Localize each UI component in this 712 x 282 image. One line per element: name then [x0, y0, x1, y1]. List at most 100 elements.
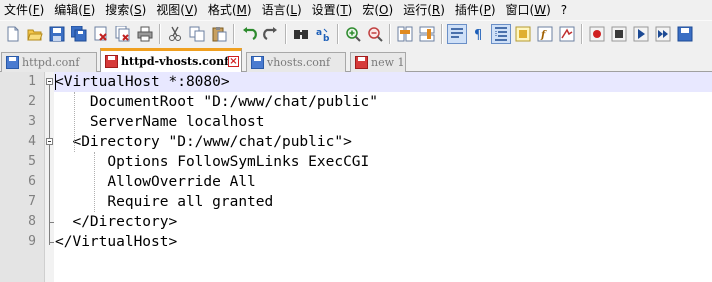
- tab-vhosts-conf[interactable]: vhosts.conf: [246, 52, 346, 72]
- text-caret: [55, 74, 56, 90]
- line-number: 7: [28, 194, 36, 209]
- toolbar-separator: [581, 23, 583, 44]
- code-line[interactable]: 5 Options FollowSymLinks ExecCGI: [0, 152, 712, 172]
- paste-icon[interactable]: [210, 25, 228, 43]
- code-line[interactable]: 4 <Directory "D:/www/chat/public">: [0, 132, 712, 152]
- record-macro-icon[interactable]: [588, 25, 606, 43]
- print-icon[interactable]: [136, 25, 154, 43]
- close-tab-icon[interactable]: ×: [228, 56, 239, 67]
- menu-bar: 文件(F) 编辑(E) 搜索(S) 视图(V) 格式(M) 语言(L) 设置(T) 宏(O) 运…: [0, 0, 712, 20]
- save-icon[interactable]: [48, 25, 66, 43]
- zoom-out-icon[interactable]: [366, 25, 384, 43]
- code-text: </Directory>: [55, 214, 178, 230]
- code-line[interactable]: 8 </Directory>: [0, 212, 712, 232]
- code-line-area[interactable]: AllowOverride All: [54, 172, 712, 192]
- code-text: DocumentRoot "D:/www/chat/public": [55, 94, 379, 110]
- find-icon[interactable]: [292, 25, 310, 43]
- redo-icon[interactable]: [262, 25, 280, 43]
- menu-item-7[interactable]: 宏(O): [357, 0, 398, 20]
- code-line-area[interactable]: </VirtualHost>: [54, 232, 712, 252]
- menu-item-4[interactable]: 格式(M): [203, 0, 257, 20]
- menu-item-10[interactable]: 窗口(W): [501, 0, 556, 20]
- menu-item-8[interactable]: 运行(R): [398, 0, 450, 20]
- toolbar-separator: [337, 23, 339, 44]
- sync-horizontal-icon[interactable]: [418, 25, 436, 43]
- indent-guide-icon[interactable]: [491, 23, 511, 44]
- unsaved-file-icon: [105, 55, 118, 68]
- menu-item-1[interactable]: 编辑(E): [49, 0, 100, 20]
- stop-record-icon[interactable]: [610, 25, 628, 43]
- cut-icon[interactable]: [166, 25, 184, 43]
- menu-item-0[interactable]: 文件(F): [0, 0, 49, 20]
- indent-guide: [74, 92, 75, 152]
- tab-new-1[interactable]: new 1: [350, 52, 406, 72]
- line-number: 3: [28, 114, 36, 129]
- code-line[interactable]: 7 Require all granted: [0, 192, 712, 212]
- play-macro-icon[interactable]: [632, 25, 650, 43]
- toolbar-separator: [285, 23, 287, 44]
- code-line[interactable]: 3 ServerName localhost: [0, 112, 712, 132]
- code-line[interactable]: 2 DocumentRoot "D:/www/chat/public": [0, 92, 712, 112]
- code-text: AllowOverride All: [55, 174, 256, 190]
- fold-end: [49, 242, 54, 243]
- menu-item-6[interactable]: 设置(T): [307, 0, 358, 20]
- menu-item-3[interactable]: 视图(V): [151, 0, 203, 20]
- code-text: </VirtualHost>: [55, 234, 178, 250]
- toolbar-separator: [233, 23, 235, 44]
- sync-vertical-icon[interactable]: [396, 25, 414, 43]
- fold-toggle-virtualhost[interactable]: [46, 78, 53, 85]
- tab-httpd-conf[interactable]: httpd.conf: [1, 52, 97, 72]
- code-text: <Directory "D:/www/chat/public">: [55, 134, 352, 150]
- copy-icon[interactable]: [188, 25, 206, 43]
- code-line-area[interactable]: ServerName localhost: [54, 112, 712, 132]
- tab-httpd-vhosts-conf[interactable]: httpd-vhosts.conf ×: [100, 48, 242, 72]
- zoom-in-icon[interactable]: [344, 25, 362, 43]
- code-text: Require all granted: [55, 194, 274, 210]
- saved-file-icon: [6, 56, 19, 69]
- save-macro-icon[interactable]: [676, 25, 694, 43]
- replace-icon[interactable]: ab: [314, 25, 332, 43]
- close-all-icon[interactable]: [114, 25, 132, 43]
- line-number: 9: [28, 234, 36, 249]
- code-editor[interactable]: 1 <VirtualHost *:8080> 2 DocumentRoot "D:/…: [0, 72, 712, 282]
- code-line-area[interactable]: Require all granted: [54, 192, 712, 212]
- code-line-area[interactable]: DocumentRoot "D:/www/chat/public": [54, 92, 712, 112]
- folder-workspace-icon[interactable]: [558, 25, 576, 43]
- open-file-icon[interactable]: [26, 25, 44, 43]
- line-number: 8: [28, 214, 36, 229]
- save-all-icon[interactable]: [70, 25, 88, 43]
- code-line-area[interactable]: <VirtualHost *:8080>: [54, 72, 712, 92]
- menu-item-2[interactable]: 搜索(S): [100, 0, 151, 20]
- code-line[interactable]: 9 </VirtualHost>: [0, 232, 712, 252]
- close-icon[interactable]: [92, 25, 110, 43]
- line-number: 4: [28, 134, 36, 149]
- fold-toggle-directory[interactable]: [46, 138, 53, 145]
- menu-item-9[interactable]: 插件(P): [450, 0, 501, 20]
- show-all-chars-icon[interactable]: ¶: [470, 25, 488, 43]
- code-line-area[interactable]: <Directory "D:/www/chat/public">: [54, 132, 712, 152]
- code-text: <VirtualHost *:8080>: [55, 74, 230, 90]
- undo-icon[interactable]: [240, 25, 258, 43]
- code-line[interactable]: 6 AllowOverride All: [0, 172, 712, 192]
- svg-text:¶: ¶: [474, 28, 482, 42]
- indent-guide: [94, 152, 95, 212]
- unsaved-file-icon: [355, 56, 368, 69]
- new-file-icon[interactable]: [4, 25, 22, 43]
- doc-map-icon[interactable]: [514, 25, 532, 43]
- toolbar-separator: [159, 23, 161, 44]
- menu-item-11[interactable]: ?: [556, 0, 572, 20]
- saved-file-icon: [251, 56, 264, 69]
- code-line-area[interactable]: </Directory>: [54, 212, 712, 232]
- fold-end: [49, 222, 54, 223]
- line-number: 5: [28, 154, 36, 169]
- function-list-icon[interactable]: f: [536, 25, 554, 43]
- tab-bar: httpd.conf httpd-vhosts.conf × vhosts.co…: [0, 47, 712, 72]
- code-line-area[interactable]: Options FollowSymLinks ExecCGI: [54, 152, 712, 172]
- menu-item-5[interactable]: 语言(L): [257, 0, 307, 20]
- run-macro-multiple-icon[interactable]: [654, 25, 672, 43]
- toolbar-separator: [389, 23, 391, 44]
- svg-text:a: a: [316, 28, 322, 38]
- toolbar-separator: [441, 23, 443, 44]
- word-wrap-icon[interactable]: [447, 23, 467, 44]
- code-line[interactable]: 1 <VirtualHost *:8080>: [0, 72, 712, 92]
